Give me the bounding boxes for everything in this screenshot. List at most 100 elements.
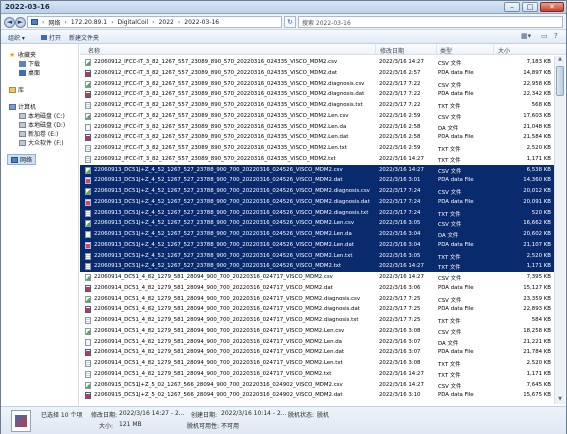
file-row[interactable]: 22060913_DC51J+Z_4_52_1267_527_23788_900… (80, 218, 554, 229)
file-row[interactable]: 22060913_DC51J+Z_4_52_1267_527_23788_900… (80, 261, 554, 272)
column-divider[interactable] (493, 44, 494, 55)
file-row[interactable]: 22060914_DC51_4_82_1279_581_28094_900_70… (80, 326, 554, 337)
file-row[interactable]: 22060913_DC51J+Z_4_52_1267_527_23788_900… (80, 186, 554, 197)
file-row[interactable]: 22060912_IFCC-IT_3_82_1267_557_23089_890… (80, 79, 554, 90)
file-row[interactable]: 22060912_IFCC-IT_3_82_1267_557_23089_890… (80, 89, 554, 100)
file-row[interactable]: 22060913_DC51J+Z_4_52_1267_527_23788_900… (80, 239, 554, 251)
breadcrumb-separator[interactable]: › (152, 19, 154, 26)
column-divider[interactable] (436, 44, 437, 55)
nav-item-downloads[interactable]: 下载 (19, 59, 40, 68)
file-name: 22060913_DC51J+Z_4_52_1267_527_23788_900… (94, 209, 369, 216)
file-type: CSV 文件 (438, 190, 462, 196)
breadcrumb-separator[interactable]: › (111, 19, 113, 26)
back-button[interactable]: ◄ (4, 17, 15, 28)
file-row[interactable]: 22060914_DC51_4_82_1279_581_28094_900_70… (80, 294, 554, 305)
file-row[interactable]: 22060912_IFCC-IT_3_82_1267_557_23089_890… (80, 154, 554, 165)
address-bar[interactable]: › 网络 › 172.20.89.1 › DigitalCoil › 2022 › 2022-03… (27, 16, 282, 28)
file-row[interactable]: 22060914_DC51_4_82_1279_581_28094_900_70… (80, 358, 554, 369)
breadcrumb-item[interactable]: 2022-03-16 (184, 19, 219, 26)
file-row[interactable]: 22060912_IFCC-IT_3_82_1267_557_23089_890… (80, 122, 554, 133)
file-row[interactable]: 22060915_DC51J+Z_5_02_1267_566_28094_900… (80, 390, 554, 401)
txt-file-icon (85, 252, 91, 260)
file-row[interactable]: 22060914_DC51_4_82_1279_581_28094_900_70… (80, 304, 554, 315)
file-row[interactable]: 22060913_DC51J+Z_4_52_1267_527_23788_900… (80, 229, 554, 240)
column-divider[interactable] (375, 44, 376, 55)
nav-drive-f[interactable]: 大众软件 (F:) (19, 138, 64, 147)
nav-libraries[interactable]: 库 (9, 85, 24, 94)
file-row[interactable]: 22060914_DC51_4_82_1279_581_28094_900_70… (80, 337, 554, 348)
file-row[interactable]: 22060913_DC51J+Z_4_52_1267_527_23788_900… (80, 250, 554, 262)
scroll-down-icon[interactable]: ▼ (556, 396, 564, 404)
minimize-button[interactable]: – (504, 2, 520, 12)
forward-button[interactable]: ► (15, 17, 26, 28)
scroll-thumb[interactable] (556, 66, 564, 96)
csv-file-icon (85, 166, 91, 174)
column-header-date[interactable]: 修改日期 (380, 46, 404, 55)
view-options-icon[interactable]: ▦▾ (521, 32, 531, 40)
txt-file-icon (85, 360, 91, 367)
txt-file-icon (85, 155, 91, 163)
file-row[interactable]: 22060913_DC51J+Z_4_52_1267_527_23788_900… (80, 207, 554, 219)
preview-pane-icon[interactable]: ▭ (541, 32, 548, 40)
new-folder-button[interactable]: 新建文件夹 (69, 33, 99, 42)
breadcrumb-item[interactable]: 2022 (159, 19, 174, 26)
file-row[interactable]: 22060913_DC51J+Z_4_52_1267_527_23788_900… (80, 196, 554, 208)
file-row[interactable]: 22060913_DC51J+Z_4_52_1267_527_23788_900… (80, 164, 554, 176)
file-row[interactable]: 22060912_IFCC-IT_3_82_1267_557_23089_890… (80, 68, 554, 79)
refresh-button[interactable]: ↻ (284, 16, 296, 28)
nav-drive-e[interactable]: 新加卷 (E:) (19, 129, 58, 138)
breadcrumb-item[interactable]: 172.20.89.1 (71, 19, 107, 26)
file-type: CSV 文件 (438, 222, 462, 229)
organize-button[interactable]: 组织 ▾ (8, 33, 25, 42)
help-icon[interactable]: ? (554, 32, 558, 40)
file-row[interactable]: 22060914_DC51_4_82_1279_581_28094_900_70… (80, 283, 554, 294)
file-row[interactable]: 22060915_DC51J+Z_5_02_1267_566_28094_900… (80, 380, 554, 391)
vertical-scrollbar[interactable]: ▲ ▼ (554, 56, 565, 404)
nav-item-desktop[interactable]: 桌面 (19, 68, 40, 77)
nav-computer[interactable]: 计算机 (9, 102, 36, 111)
nav-drive-d[interactable]: 本地磁盘 (D:) (19, 120, 65, 129)
file-row[interactable]: 22060914_DC51_4_82_1279_581_28094_900_70… (80, 315, 554, 326)
breadcrumb-separator[interactable]: › (42, 19, 44, 26)
file-name: 22060914_DC51_4_82_1279_581_28094_900_70… (94, 295, 361, 302)
file-row[interactable]: 22060912_IFCC-IT_3_82_1267_557_23089_890… (80, 132, 554, 143)
file-name: 22060912_IFCC-IT_3_82_1267_557_23089_890… (94, 69, 338, 76)
file-type: PDA data File (438, 284, 474, 291)
breadcrumb-separator[interactable]: › (178, 19, 180, 26)
search-input[interactable]: 搜索 2022-03-16 (298, 16, 563, 28)
file-row[interactable]: 22060914_DC51_4_82_1279_581_28094_900_70… (80, 347, 554, 358)
title-bar[interactable]: 2022-03-16 – □ ✕ (1, 1, 566, 14)
file-size: 15,675 KB (523, 392, 551, 399)
nav-favorites[interactable]: ★ 收藏夹 (9, 50, 36, 59)
maximize-button[interactable]: □ (522, 2, 538, 12)
breadcrumb-item[interactable]: 网络 (48, 18, 60, 27)
file-row[interactable]: 22060913_DC51J+Z_4_52_1267_527_23788_900… (80, 175, 554, 186)
nav-drive-c[interactable]: 本地磁盘 (C:) (19, 111, 65, 120)
file-row[interactable]: 22060912_IFCC-IT_3_82_1267_557_23089_890… (80, 143, 554, 154)
file-row[interactable]: 22060914_DC51_4_82_1279_581_28094_900_70… (80, 272, 554, 283)
file-date: 2022/3/16 2:58 (379, 123, 421, 130)
file-date: 2022/3/16 14:27 (379, 263, 424, 270)
breadcrumb-separator[interactable]: › (64, 19, 66, 26)
nav-drive-c-label: 本地磁盘 (C:) (28, 113, 65, 120)
file-size: 584 KB (531, 317, 551, 323)
breadcrumb-item[interactable]: DigitalCoil (118, 19, 149, 26)
file-row[interactable]: 22060912_IFCC-IT_3_82_1267_557_23089_890… (80, 100, 554, 111)
file-type: TXT 文件 (438, 372, 461, 379)
close-button[interactable]: ✕ (540, 2, 564, 12)
scroll-up-icon[interactable]: ▲ (556, 56, 564, 64)
file-row[interactable]: 22060912_IFCC-IT_3_82_1267_557_23089_890… (80, 111, 554, 122)
column-header-type[interactable]: 类型 (440, 46, 452, 55)
nav-network[interactable]: 网络 (7, 154, 37, 165)
file-type: CSV 文件 (438, 61, 462, 67)
column-header-name[interactable]: 名称 (88, 46, 100, 55)
file-size: 22,342 KB (523, 91, 551, 98)
open-button[interactable]: 打开 (41, 33, 61, 42)
pda-file-icon (85, 241, 91, 249)
file-name: 22060914_DC51_4_82_1279_581_28094_900_70… (94, 370, 332, 377)
file-row[interactable]: 22060914_DC51_4_82_1279_581_28094_900_70… (80, 369, 554, 380)
file-row[interactable]: 22060912_IFCC-IT_3_82_1267_557_23089_890… (80, 57, 554, 68)
pda-file-icon (85, 306, 91, 314)
column-header-size[interactable]: 大小 (498, 46, 510, 55)
file-type: DA 文件 (438, 125, 459, 132)
